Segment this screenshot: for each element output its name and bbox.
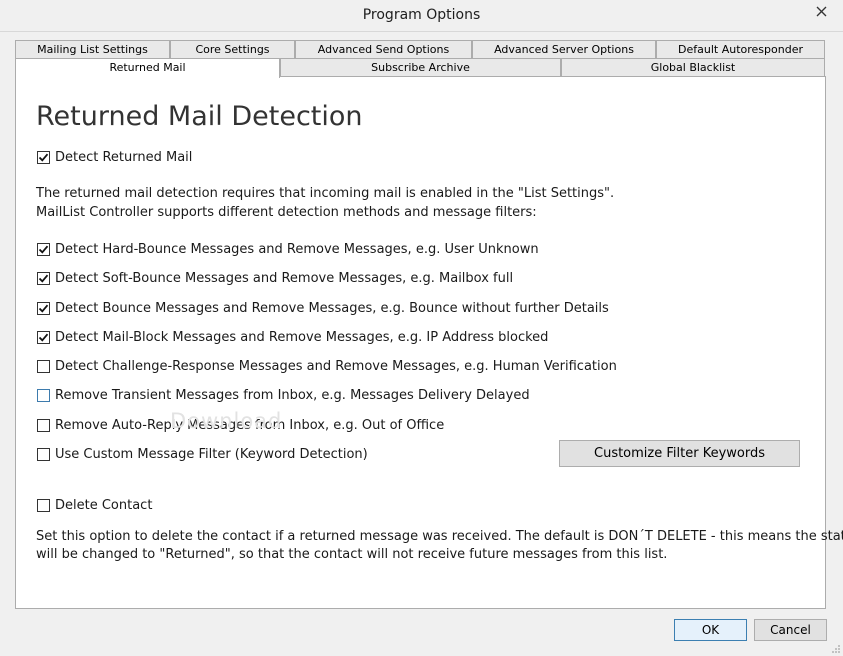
- description-line-2: MailList Controller supports different d…: [36, 205, 537, 220]
- option-hard-bounce[interactable]: Detect Hard-Bounce Messages and Remove M…: [37, 240, 539, 258]
- bounce-label: Detect Bounce Messages and Remove Messag…: [55, 300, 609, 316]
- remove-auto-reply-checkbox[interactable]: [37, 418, 50, 432]
- ok-button[interactable]: OK: [674, 619, 747, 641]
- bounce-checkbox[interactable]: [37, 301, 50, 315]
- detect-returned-mail-row[interactable]: Detect Returned Mail: [37, 148, 192, 166]
- description-line-1: The returned mail detection requires tha…: [36, 186, 615, 201]
- tab-subscribe-archive[interactable]: Subscribe Archive: [280, 58, 561, 78]
- checkmark-icon: [38, 333, 49, 342]
- window-title: Program Options: [362, 7, 481, 23]
- checkmark-icon: [38, 304, 49, 313]
- close-icon: [816, 6, 827, 16]
- soft-bounce-checkbox[interactable]: [37, 271, 50, 285]
- detect-returned-mail-checkbox[interactable]: [37, 150, 50, 164]
- tab-default-autoresponder[interactable]: Default Autoresponder: [656, 40, 825, 60]
- challenge-response-label: Detect Challenge-Response Messages and R…: [55, 358, 617, 374]
- custom-filter-checkbox[interactable]: [37, 447, 50, 461]
- option-soft-bounce[interactable]: Detect Soft-Bounce Messages and Remove M…: [37, 269, 513, 287]
- option-bounce[interactable]: Detect Bounce Messages and Remove Messag…: [37, 299, 609, 317]
- remove-transient-label: Remove Transient Messages from Inbox, e.…: [55, 387, 530, 403]
- mail-block-checkbox[interactable]: [37, 330, 50, 344]
- option-remove-auto-reply[interactable]: Remove Auto-Reply Messages from Inbox, e…: [37, 416, 444, 434]
- close-button[interactable]: [806, 1, 837, 21]
- soft-bounce-label: Detect Soft-Bounce Messages and Remove M…: [55, 270, 514, 286]
- option-custom-filter[interactable]: Use Custom Message Filter (Keyword Detec…: [37, 445, 368, 463]
- delete-note-line-1: Set this option to delete the contact if…: [36, 529, 843, 544]
- tab-advanced-server-options[interactable]: Advanced Server Options: [472, 40, 656, 60]
- delete-contact-row[interactable]: Delete Contact: [37, 496, 152, 514]
- delete-contact-label: Delete Contact: [55, 497, 153, 513]
- option-challenge-response[interactable]: Detect Challenge-Response Messages and R…: [37, 357, 617, 375]
- cancel-button[interactable]: Cancel: [754, 619, 827, 641]
- tab-mailing-list-settings[interactable]: Mailing List Settings: [15, 40, 170, 60]
- option-mail-block[interactable]: Detect Mail-Block Messages and Remove Me…: [37, 328, 548, 346]
- title-bar: Program Options: [0, 0, 843, 32]
- hard-bounce-checkbox[interactable]: [37, 242, 50, 256]
- customize-filter-keywords-button[interactable]: Customize Filter Keywords: [559, 440, 800, 467]
- tab-global-blacklist[interactable]: Global Blacklist: [561, 58, 825, 78]
- tab-core-settings[interactable]: Core Settings: [170, 40, 295, 60]
- resize-grip-icon[interactable]: [831, 644, 841, 654]
- detect-returned-mail-label: Detect Returned Mail: [55, 149, 193, 165]
- custom-filter-label: Use Custom Message Filter (Keyword Detec…: [55, 446, 368, 462]
- checkmark-icon: [38, 245, 49, 254]
- checkmark-icon: [38, 153, 49, 162]
- delete-contact-checkbox[interactable]: [37, 498, 50, 512]
- hard-bounce-label: Detect Hard-Bounce Messages and Remove M…: [55, 241, 539, 257]
- delete-note-line-2: will be changed to "Returned", so that t…: [36, 547, 668, 562]
- option-remove-transient[interactable]: Remove Transient Messages from Inbox, e.…: [37, 386, 530, 404]
- tab-advanced-send-options[interactable]: Advanced Send Options: [295, 40, 472, 60]
- returned-mail-panel: Returned Mail Detection Detect Returned …: [15, 76, 843, 609]
- remove-transient-checkbox[interactable]: [37, 388, 50, 402]
- remove-auto-reply-label: Remove Auto-Reply Messages from Inbox, e…: [55, 417, 445, 433]
- challenge-response-checkbox[interactable]: [37, 359, 50, 373]
- checkmark-icon: [38, 274, 49, 283]
- mail-block-label: Detect Mail-Block Messages and Remove Me…: [55, 329, 549, 345]
- tab-returned-mail[interactable]: Returned Mail: [15, 58, 280, 78]
- page-title: Returned Mail Detection: [36, 101, 363, 132]
